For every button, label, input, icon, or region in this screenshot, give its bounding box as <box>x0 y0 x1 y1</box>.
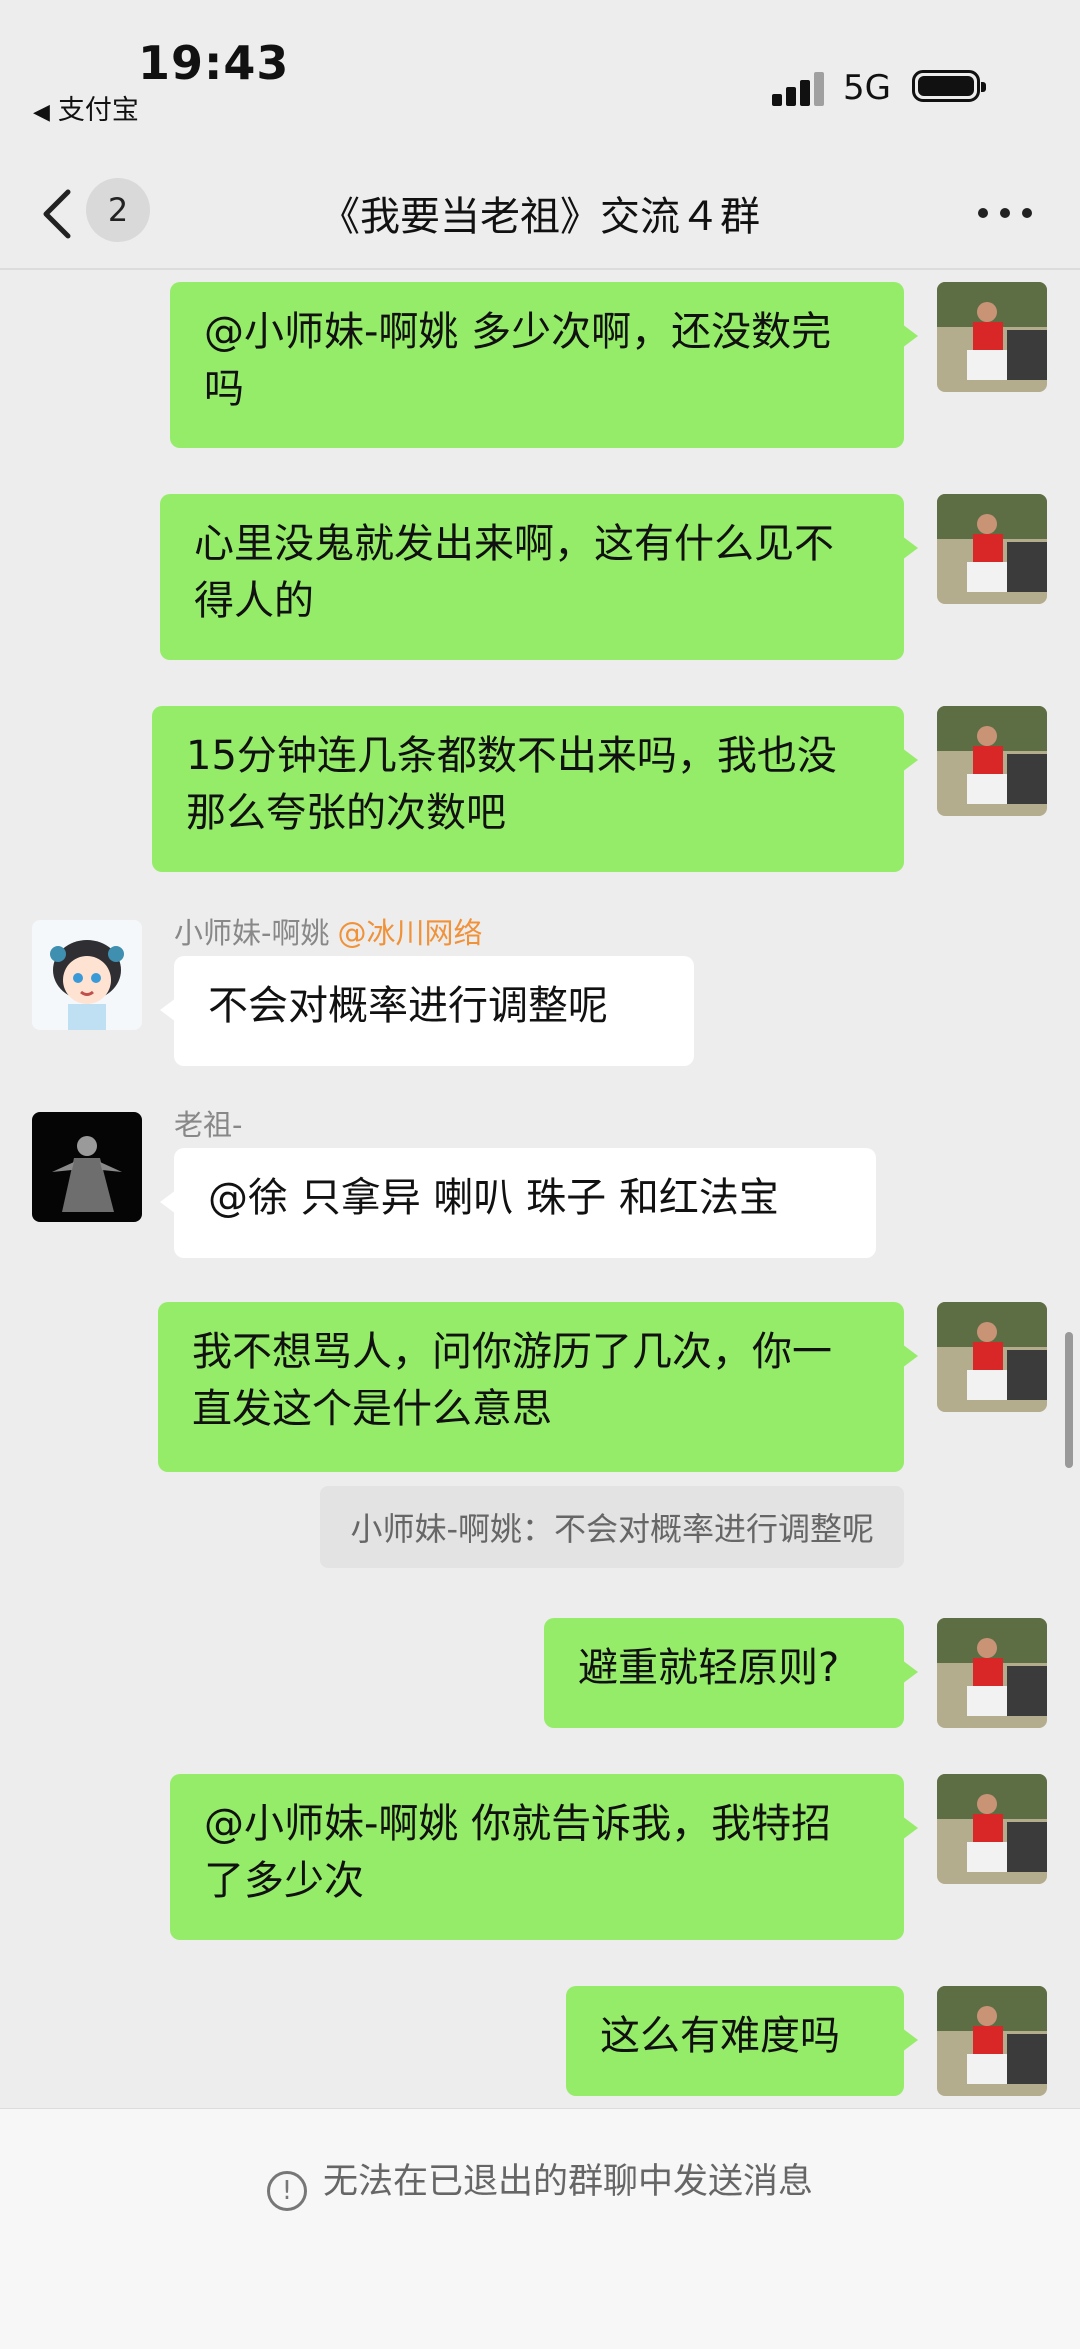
avatar-self[interactable] <box>937 1986 1047 2096</box>
message-outgoing: @小师妹-啊姚 多少次啊，还没数完吗 <box>0 282 1080 452</box>
message-bubble[interactable]: 避重就轻原则? <box>544 1618 918 1728</box>
message-outgoing: 避重就轻原则? <box>0 1618 1080 1732</box>
message-incoming: 老祖- @徐 只拿异 喇叭 珠子 和红法宝 <box>0 1102 1080 1258</box>
message-bubble[interactable]: 这么有难度吗 <box>566 1986 918 2096</box>
avatar-xiaoshimei[interactable] <box>32 920 142 1030</box>
info-icon: ! <box>266 2171 307 2211</box>
message-outgoing: 15分钟连几条都数不出来吗，我也没那么夸张的次数吧 <box>0 706 1080 876</box>
message-incoming: 小师妹-啊姚 @冰川网络 不会对概率进行调整呢 <box>0 910 1080 1066</box>
chevron-left-icon[interactable] <box>38 186 78 242</box>
message-bubble[interactable]: 我不想骂人，问你游历了几次，你一直发这个是什么意思 <box>158 1302 918 1472</box>
page-title: 《我要当老祖》交流４群 <box>320 194 760 240</box>
status-bar: 19:43 ◀ 支付宝 5G <box>0 0 1080 160</box>
message-bubble[interactable]: @小师妹-啊姚 你就告诉我，我特招了多少次 <box>170 1774 918 1940</box>
status-time: 19:43 <box>138 36 290 90</box>
footer-notice-text: 无法在已退出的群聊中发送消息 <box>322 2162 813 2202</box>
sender-name: 老祖- <box>174 1108 243 1142</box>
message-list[interactable]: @小师妹-啊姚 多少次啊，还没数完吗 心里没鬼就发出来啊，这有什么见不得人的 1… <box>0 270 1080 2108</box>
back-app-label: 支付宝 <box>57 95 139 126</box>
avatar-laozu[interactable] <box>32 1112 142 1222</box>
avatar-self[interactable] <box>937 1618 1047 1728</box>
network-type: 5G <box>843 68 891 108</box>
message-outgoing: 我不想骂人，问你游历了几次，你一直发这个是什么意思 小师妹-啊姚：不会对概率进行… <box>0 1302 1080 1572</box>
input-disabled-footer: ! 无法在已退出的群聊中发送消息 <box>0 2108 1080 2349</box>
battery-icon <box>912 70 986 102</box>
unread-badge[interactable]: 2 <box>86 178 150 242</box>
message-bubble[interactable]: @徐 只拿异 喇叭 珠子 和红法宝 <box>160 1148 876 1258</box>
footer-notice: ! 无法在已退出的群聊中发送消息 <box>0 2153 1080 2211</box>
signal-icon <box>772 72 824 106</box>
message-bubble[interactable]: @小师妹-啊姚 多少次啊，还没数完吗 <box>170 282 918 448</box>
sender-name: 小师妹-啊姚 @冰川网络 <box>174 910 482 952</box>
sender-label: 小师妹-啊姚 <box>174 916 330 950</box>
avatar-self[interactable] <box>937 494 1047 604</box>
message-outgoing: @小师妹-啊姚 你就告诉我，我特招了多少次 <box>0 1774 1080 1944</box>
avatar-self[interactable] <box>937 1302 1047 1412</box>
message-bubble[interactable]: 不会对概率进行调整呢 <box>160 956 694 1066</box>
message-bubble[interactable]: 15分钟连几条都数不出来吗，我也没那么夸张的次数吧 <box>152 706 918 872</box>
back-triangle-icon: ◀ <box>33 100 50 125</box>
back-to-app-link[interactable]: ◀ 支付宝 <box>33 88 139 127</box>
chat-header: 2 《我要当老祖》交流４群 <box>0 160 1080 270</box>
mention-tag[interactable]: @冰川网络 <box>337 916 482 950</box>
avatar-self[interactable] <box>937 1774 1047 1884</box>
message-outgoing: 心里没鬼就发出来啊，这有什么见不得人的 <box>0 494 1080 664</box>
scrollbar[interactable] <box>1065 1332 1073 1468</box>
avatar-self[interactable] <box>937 706 1047 816</box>
quoted-message[interactable]: 小师妹-啊姚：不会对概率进行调整呢 <box>320 1486 904 1568</box>
more-options-icon[interactable] <box>978 208 1032 222</box>
message-outgoing: 这么有难度吗 <box>0 1986 1080 2100</box>
avatar-self[interactable] <box>937 282 1047 392</box>
message-bubble[interactable]: 心里没鬼就发出来啊，这有什么见不得人的 <box>160 494 918 660</box>
